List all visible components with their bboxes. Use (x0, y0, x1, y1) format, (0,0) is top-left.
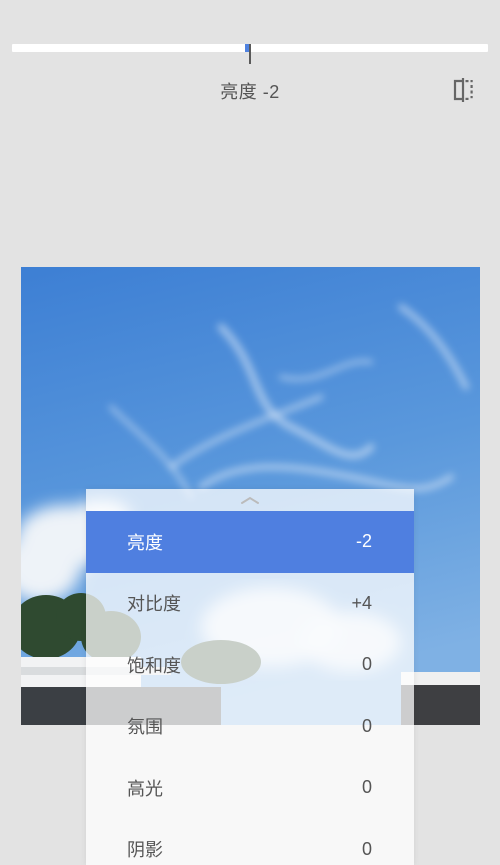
compare-split-icon (453, 78, 473, 102)
adjustment-label: 亮度 -2 (220, 82, 280, 102)
menu-item-label: 阴影 (127, 840, 163, 861)
compare-button[interactable] (450, 77, 476, 103)
menu-item-value: 0 (361, 777, 372, 798)
menu-item-value: 0 (361, 715, 372, 736)
menu-item-saturation[interactable]: 饱和度 0 (86, 634, 414, 696)
menu-item-label: 高光 (127, 778, 163, 799)
menu-item-label: 氛围 (127, 717, 163, 738)
menu-item-value: +4 (351, 592, 372, 613)
adjustment-slider[interactable] (12, 42, 488, 66)
menu-item-label: 亮度 (127, 532, 163, 553)
photo-editor-screen: 亮度 -2 亮度 -2 对比度 +4 饱和度 0 氛围 0 高光 0 阴影 0 (0, 0, 500, 865)
menu-item-label: 饱和度 (127, 655, 181, 676)
menu-item-shadows[interactable]: 阴影 0 (86, 819, 414, 865)
chevron-up-icon (241, 496, 259, 504)
slider-center-tick (249, 44, 251, 64)
adjustment-menu: 亮度 -2 对比度 +4 饱和度 0 氛围 0 高光 0 阴影 0 (86, 489, 414, 865)
menu-item-brightness[interactable]: 亮度 -2 (86, 511, 414, 573)
menu-item-ambiance[interactable]: 氛围 0 (86, 696, 414, 758)
menu-item-value: 0 (361, 654, 372, 675)
menu-collapse-handle[interactable] (86, 489, 414, 511)
menu-item-contrast[interactable]: 对比度 +4 (86, 573, 414, 635)
menu-item-highlights[interactable]: 高光 0 (86, 757, 414, 819)
menu-item-value: 0 (361, 838, 372, 859)
menu-item-value: -2 (355, 531, 372, 552)
menu-item-label: 对比度 (127, 594, 181, 615)
